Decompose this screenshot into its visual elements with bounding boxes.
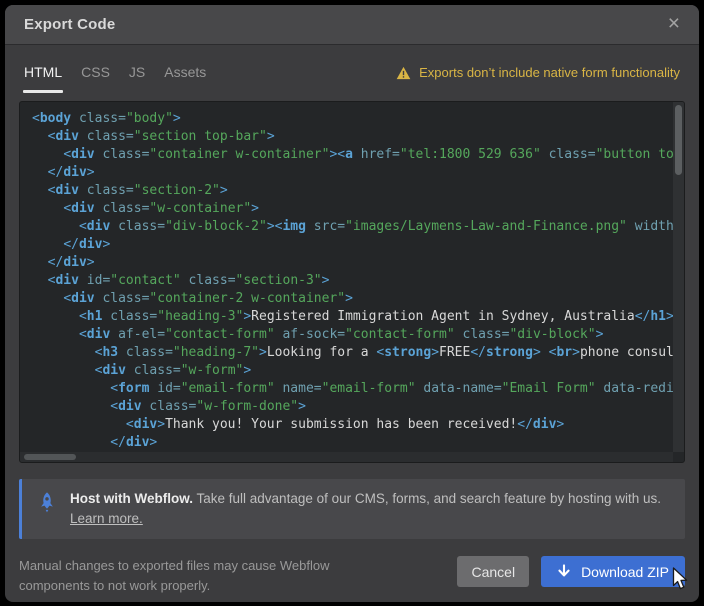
tab-assets[interactable]: Assets xyxy=(164,64,206,93)
dialog-header: Export Code × xyxy=(5,5,699,45)
code-line: <h3 class="heading-7">Looking for a <str… xyxy=(32,344,673,362)
vertical-scrollbar-thumb[interactable] xyxy=(675,105,682,175)
code-line: <div class="w-form-done"> xyxy=(32,398,673,416)
code-line: <div class="div-block-2"><img src="image… xyxy=(32,218,673,236)
dialog-title: Export Code xyxy=(24,16,115,33)
form-warning: Exports don’t include native form functi… xyxy=(396,65,680,93)
tab-js[interactable]: JS xyxy=(129,64,145,93)
footer-note: Manual changes to exported files may cau… xyxy=(19,556,364,596)
warning-triangle-icon xyxy=(396,66,411,80)
close-icon[interactable]: × xyxy=(668,13,680,34)
code-line: <div class="container-2 w-container"> xyxy=(32,290,673,308)
rocket-icon xyxy=(37,491,57,513)
code-line: </div> xyxy=(32,236,673,254)
code-content: <body class="body"> <div class="section … xyxy=(20,102,673,452)
code-line: <div class="w-container"> xyxy=(32,200,673,218)
vertical-scrollbar[interactable] xyxy=(673,102,684,452)
code-line: </div> xyxy=(32,434,673,452)
dialog-footer: Manual changes to exported files may cau… xyxy=(19,556,685,596)
code-line: <div class="container w-container"><a hr… xyxy=(32,146,673,164)
tab-bar: HTML CSS JS Assets Exports don’t include… xyxy=(5,45,699,93)
code-line: <form id="email-form" name="email-form" … xyxy=(32,380,673,398)
code-panel: <body class="body"> <div class="section … xyxy=(19,101,685,463)
host-banner-bold: Host with Webflow. xyxy=(70,491,193,506)
code-line: <div class="section top-bar"> xyxy=(32,128,673,146)
code-line: </div> xyxy=(32,164,673,182)
export-code-dialog: Export Code × HTML CSS JS Assets Exports… xyxy=(5,5,699,602)
code-line: <div class="w-form"> xyxy=(32,362,673,380)
download-zip-button[interactable]: Download ZIP xyxy=(541,556,685,587)
download-zip-label: Download ZIP xyxy=(581,564,669,580)
tab-html[interactable]: HTML xyxy=(24,64,62,93)
code-line: <h1 class="heading-3">Registered Immigra… xyxy=(32,308,673,326)
host-banner-body: Take full advantage of our CMS, forms, a… xyxy=(193,491,661,506)
code-line: </div> xyxy=(32,254,673,272)
horizontal-scrollbar[interactable] xyxy=(20,452,673,462)
code-line: <div>Thank you! Your submission has been… xyxy=(32,416,673,434)
footer-buttons: Cancel Download ZIP xyxy=(457,556,685,587)
code-line: <div class="section-2"> xyxy=(32,182,673,200)
download-arrow-icon xyxy=(557,564,571,579)
host-with-webflow-banner: Host with Webflow. Take full advantage o… xyxy=(19,479,685,539)
code-line: <body class="body"> xyxy=(32,110,673,128)
cancel-button[interactable]: Cancel xyxy=(457,556,529,587)
warning-text: Exports don’t include native form functi… xyxy=(419,65,680,80)
code-line: <div af-el="contact-form" af-sock="conta… xyxy=(32,326,673,344)
learn-more-link[interactable]: Learn more. xyxy=(70,509,143,529)
host-banner-text: Host with Webflow. Take full advantage o… xyxy=(70,489,661,529)
horizontal-scrollbar-thumb[interactable] xyxy=(24,454,76,460)
code-line: <div id="contact" class="section-3"> xyxy=(32,272,673,290)
tab-css[interactable]: CSS xyxy=(81,64,110,93)
